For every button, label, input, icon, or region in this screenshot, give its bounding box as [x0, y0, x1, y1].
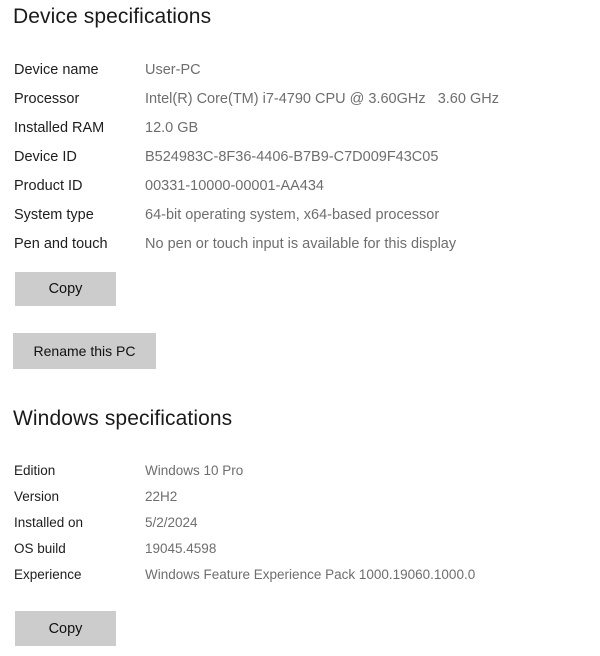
spec-value-edition: Windows 10 Pro — [145, 463, 244, 478]
spec-label-product-id: Product ID — [14, 178, 83, 194]
spec-row-pen-and-touch: Pen and touch No pen or touch input is a… — [0, 230, 600, 259]
spec-value-product-id: 00331-10000-00001-AA434 — [145, 178, 324, 194]
spec-label-installed-on: Installed on — [14, 515, 84, 530]
spec-value-os-build: 19045.4598 — [145, 541, 217, 556]
spec-row-device-name: Device name User-PC — [0, 56, 600, 85]
spec-label-installed-ram: Installed RAM — [14, 120, 105, 136]
spec-row-device-id: Device ID B524983C-8F36-4406-B7B9-C7D009… — [0, 143, 600, 172]
spec-row-processor: Processor Intel(R) Core(TM) i7-4790 CPU … — [0, 85, 600, 114]
spec-row-installed-ram: Installed RAM 12.0 GB — [0, 114, 600, 143]
spec-row-version: Version 22H2 — [0, 484, 600, 510]
spec-label-system-type: System type — [14, 207, 94, 223]
spec-label-device-name: Device name — [14, 62, 99, 78]
settings-about-page: Device specifications Device name User-P… — [0, 0, 600, 656]
spec-label-device-id: Device ID — [14, 149, 77, 165]
copy-windows-specifications-button[interactable]: Copy — [15, 611, 116, 646]
spec-row-edition: Edition Windows 10 Pro — [0, 458, 600, 484]
spec-row-installed-on: Installed on 5/2/2024 — [0, 510, 600, 536]
spec-value-device-name: User-PC — [145, 62, 201, 78]
spec-row-product-id: Product ID 00331-10000-00001-AA434 — [0, 172, 600, 201]
spec-value-pen-and-touch: No pen or touch input is available for t… — [145, 236, 457, 252]
spec-value-experience: Windows Feature Experience Pack 1000.190… — [145, 567, 476, 582]
device-specifications-list: Device name User-PC Processor Intel(R) C… — [0, 56, 600, 259]
spec-value-system-type: 64-bit operating system, x64-based proce… — [145, 207, 440, 223]
spec-label-experience: Experience — [14, 567, 82, 582]
spec-label-version: Version — [14, 489, 60, 504]
spec-row-experience: Experience Windows Feature Experience Pa… — [0, 562, 600, 588]
spec-label-pen-and-touch: Pen and touch — [14, 236, 108, 252]
spec-value-installed-on: 5/2/2024 — [145, 515, 198, 530]
spec-row-system-type: System type 64-bit operating system, x64… — [0, 201, 600, 230]
windows-specifications-list: Edition Windows 10 Pro Version 22H2 Inst… — [0, 458, 600, 588]
spec-value-processor: Intel(R) Core(TM) i7-4790 CPU @ 3.60GHz … — [145, 91, 499, 107]
spec-label-processor: Processor — [14, 91, 80, 107]
copy-device-specifications-button[interactable]: Copy — [15, 272, 116, 306]
windows-specifications-heading: Windows specifications — [13, 407, 233, 430]
rename-this-pc-button[interactable]: Rename this PC — [13, 333, 156, 369]
spec-label-edition: Edition — [14, 463, 56, 478]
spec-row-os-build: OS build 19045.4598 — [0, 536, 600, 562]
spec-value-version: 22H2 — [145, 489, 178, 504]
device-specifications-heading: Device specifications — [13, 5, 212, 28]
spec-label-os-build: OS build — [14, 541, 66, 556]
spec-value-installed-ram: 12.0 GB — [145, 120, 199, 136]
spec-value-device-id: B524983C-8F36-4406-B7B9-C7D009F43C05 — [145, 149, 439, 165]
